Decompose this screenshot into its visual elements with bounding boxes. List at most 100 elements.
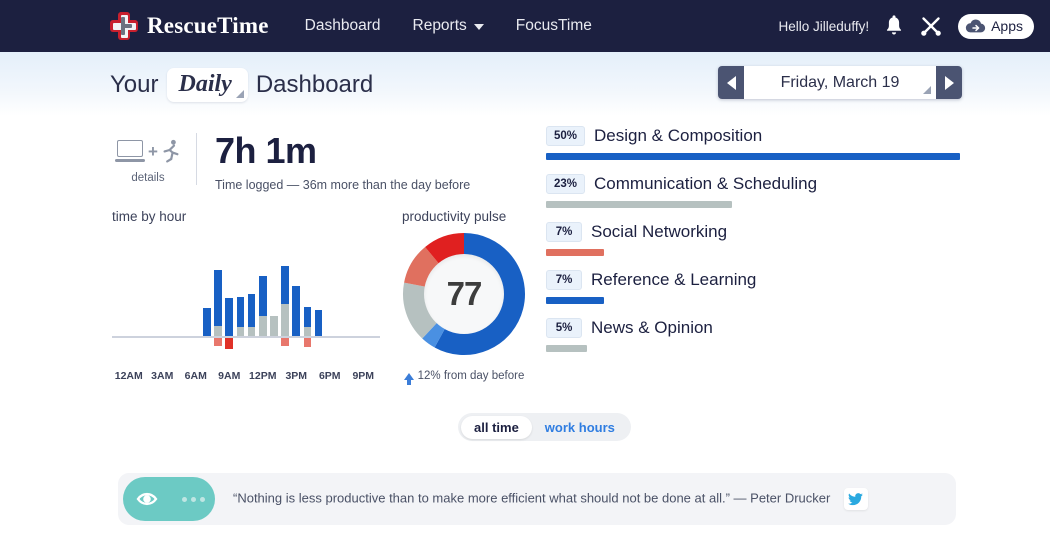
bar-segment-productive: [203, 308, 211, 336]
nav-item-dashboard[interactable]: Dashboard: [305, 17, 381, 35]
bar-hour-13[interactable]: [258, 276, 267, 336]
category-percent: 7%: [546, 222, 582, 242]
category-name: Design & Composition: [594, 126, 763, 145]
pulse-delta: 12% from day before: [402, 370, 526, 385]
page-title-suffix: Dashboard: [255, 71, 374, 98]
category-row[interactable]: 7% Reference & Learning: [546, 270, 960, 304]
top-navbar: RescueTime Dashboard Reports FocusTime H…: [0, 0, 1050, 52]
bar-segment-neutral: [236, 327, 245, 336]
category-name: Communication & Scheduling: [594, 174, 818, 193]
more-dots-icon: [181, 496, 205, 502]
hour-tick-0: 12AM: [114, 370, 143, 382]
time-summary: + details 7h 1m Time logged — 36m more t…: [112, 133, 470, 192]
category-head: 7% Reference & Learning: [546, 270, 960, 290]
bar-segment-productive: [303, 307, 312, 327]
bar-hour-11[interactable]: [236, 297, 245, 336]
category-percent: 50%: [546, 126, 586, 146]
quote-text: “Nothing is less productive than to make…: [233, 490, 831, 506]
bar-hour-12[interactable]: [247, 294, 256, 336]
page-title-prefix: Your: [110, 71, 159, 98]
apps-button[interactable]: Apps: [958, 13, 1034, 39]
category-bar-fill: [546, 153, 960, 160]
period-selector[interactable]: Daily: [166, 68, 248, 102]
bar-segment-productive: [236, 297, 245, 327]
category-bar-fill: [546, 249, 604, 256]
total-time-value: 7h 1m: [215, 130, 317, 171]
category-head: 7% Social Networking: [546, 222, 960, 242]
chevron-down-icon: [923, 86, 931, 94]
bar-segment-neutral: [214, 326, 222, 336]
pulse-score: 77: [446, 275, 483, 312]
bar-hour-14[interactable]: [270, 316, 278, 336]
eye-badge[interactable]: [123, 477, 215, 521]
top-categories-list: 50% Design & Composition 23% Communication …: [546, 126, 960, 366]
bar-segment-productive: [247, 294, 256, 327]
bar-segment-neutral: [303, 327, 312, 336]
toggle-all-time[interactable]: all time: [461, 415, 532, 439]
pulse-delta-label: 12% from day before: [417, 370, 525, 382]
page-title: Your Daily Dashboard: [110, 68, 373, 102]
category-bar-track: [546, 297, 960, 304]
bar-hour-16[interactable]: [292, 286, 301, 336]
time-by-hour-title: time by hour: [112, 209, 187, 224]
bar-negative-hour-17[interactable]: [303, 338, 312, 347]
bar-hour-17[interactable]: [303, 307, 312, 336]
bar-hour-8[interactable]: [203, 308, 211, 336]
chevron-right-icon: [944, 75, 954, 90]
hour-tick-4: 12PM: [249, 370, 277, 382]
twitter-share-button[interactable]: [843, 488, 868, 510]
category-bar-track: [546, 345, 960, 352]
nav-item-focustime[interactable]: FocusTime: [516, 17, 592, 35]
category-row[interactable]: 23% Communication & Scheduling: [546, 174, 960, 208]
chevron-left-icon: [726, 75, 736, 90]
prev-day-button[interactable]: [718, 66, 744, 99]
bar-hour-10[interactable]: [225, 298, 234, 336]
chart-baseline: [112, 336, 380, 338]
bar-hour-9[interactable]: [214, 270, 222, 336]
category-bar-fill: [546, 201, 733, 208]
bar-segment-neutral: [270, 316, 278, 336]
twitter-icon: [848, 492, 864, 505]
category-head: 5% News & Opinion: [546, 318, 960, 338]
bar-segment-productive: [281, 266, 289, 304]
date-value: Friday, March 19: [780, 73, 900, 91]
period-selector-label: Daily: [178, 71, 232, 97]
bar-segment-productive: [258, 276, 267, 316]
category-row[interactable]: 7% Social Networking: [546, 222, 960, 256]
category-row[interactable]: 50% Design & Composition: [546, 126, 960, 160]
productivity-pulse-donut[interactable]: 77: [402, 232, 526, 356]
hour-tick-3: 9AM: [218, 370, 241, 382]
greeting-text: Hello Jilleduffy!: [778, 18, 870, 34]
category-name: News & Opinion: [591, 318, 713, 337]
time-by-hour-chart[interactable]: [112, 228, 380, 358]
toggle-work-hours[interactable]: work hours: [532, 416, 628, 439]
up-arrow-icon: [403, 372, 414, 385]
bar-hour-15[interactable]: [281, 266, 289, 336]
date-field[interactable]: Friday, March 19: [744, 66, 936, 99]
chevron-down-icon: [235, 90, 244, 98]
bar-negative-hour-9[interactable]: [214, 338, 222, 346]
hour-tick-7: 9PM: [352, 370, 375, 382]
category-head: 50% Design & Composition: [546, 126, 960, 146]
bar-segment-neutral: [258, 316, 267, 336]
laptop-icon: [115, 140, 146, 162]
bar-negative-hour-15[interactable]: [281, 338, 289, 346]
bar-negative-hour-10[interactable]: [225, 338, 234, 349]
bar-segment-productive: [292, 286, 301, 336]
bar-segment-neutral: [281, 304, 289, 336]
bell-icon[interactable]: [884, 15, 904, 37]
brand-name: RescueTime: [147, 13, 269, 38]
tools-icon[interactable]: [919, 14, 943, 38]
brand-logo[interactable]: RescueTime: [110, 12, 269, 40]
hour-tick-1: 3AM: [151, 370, 174, 382]
next-day-button[interactable]: [936, 66, 962, 99]
hour-axis-labels: 12AM 3AM 6AM 9AM 12PM 3PM 6PM 9PM: [112, 370, 380, 382]
bar-hour-18[interactable]: [314, 310, 323, 336]
category-row[interactable]: 5% News & Opinion: [546, 318, 960, 352]
hour-tick-5: 3PM: [285, 370, 308, 382]
cloud-arrow-icon: [965, 19, 986, 33]
device-details[interactable]: + details: [112, 133, 184, 184]
nav-item-reports[interactable]: Reports: [413, 17, 484, 35]
nav-right: Hello Jilleduffy! Apps: [778, 13, 1034, 39]
bar-segment-productive: [214, 270, 222, 326]
